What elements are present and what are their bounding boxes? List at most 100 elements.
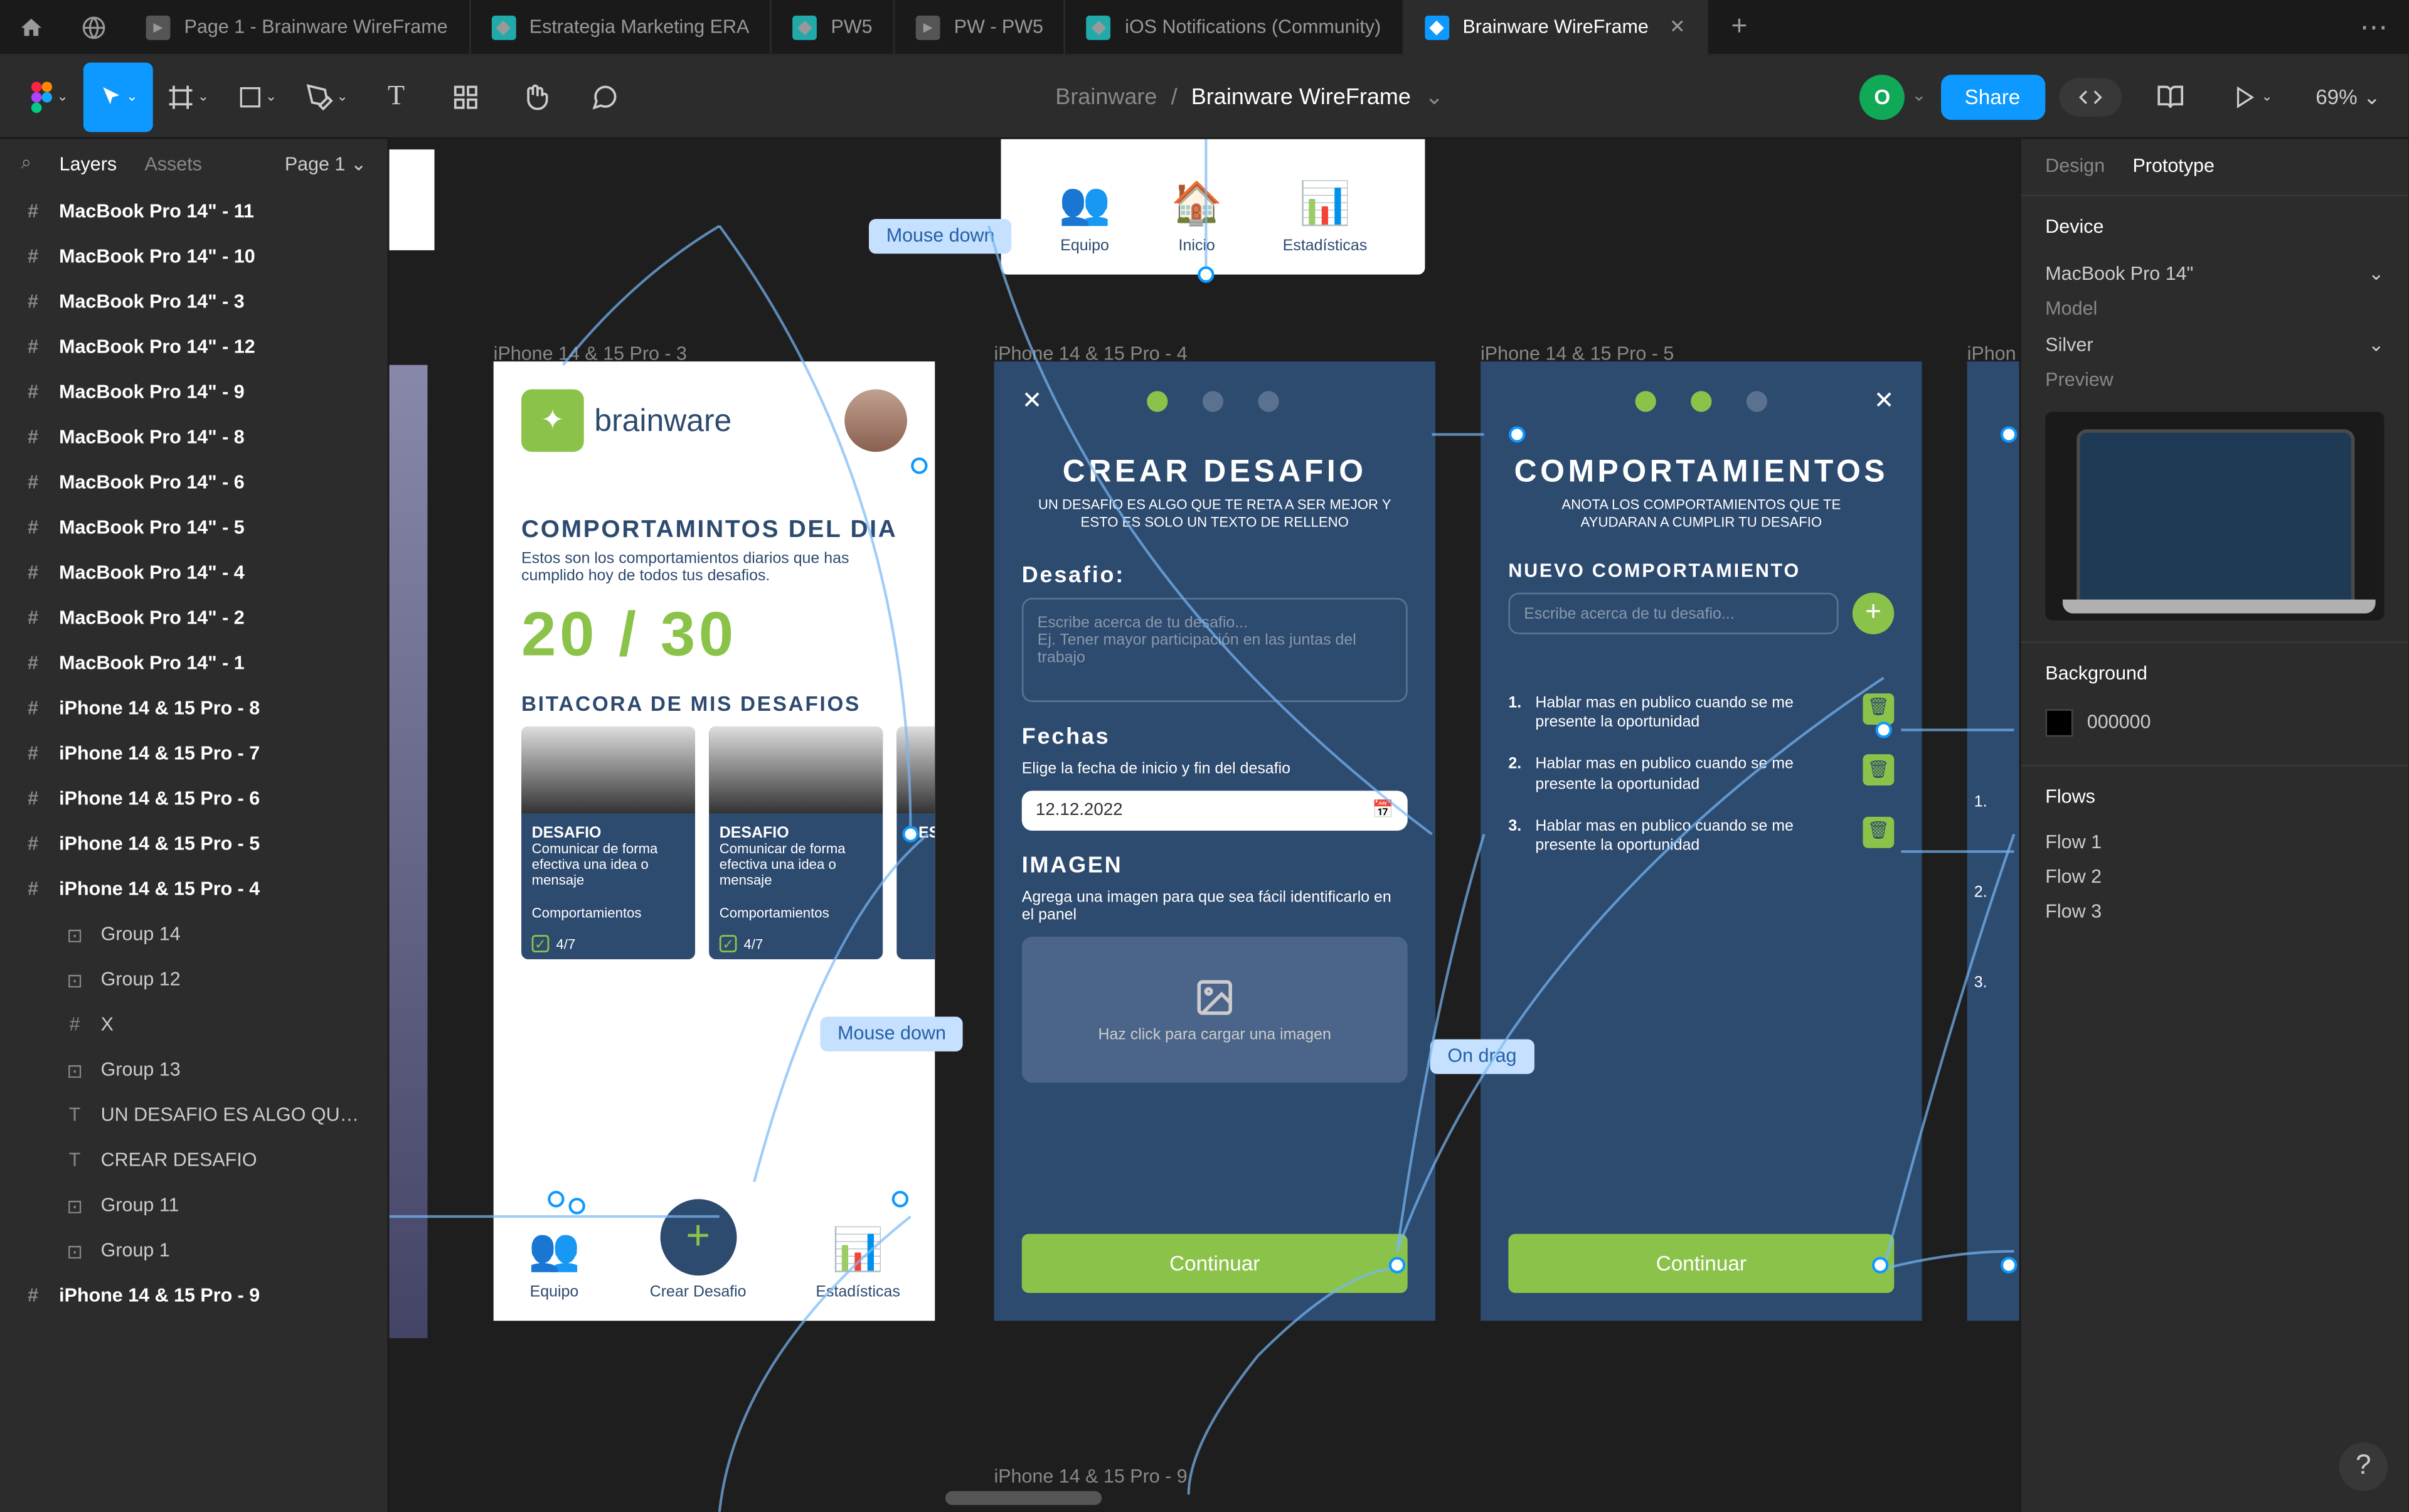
desafio-card[interactable]: DESAFIOComunicar de forma efectiva una i… xyxy=(709,727,883,959)
layer-item[interactable]: #MacBook Pro 14" - 8 xyxy=(0,415,388,461)
flow-item[interactable]: Flow 2 xyxy=(2045,860,2384,895)
step-dot[interactable] xyxy=(1691,390,1711,411)
user-avatar[interactable]: O xyxy=(1859,74,1905,119)
behavior-input[interactable]: Escribe acerca de tu desafio... xyxy=(1508,592,1838,634)
assets-tab[interactable]: Assets xyxy=(144,154,201,174)
device-select[interactable]: MacBook Pro 14"⌄ xyxy=(2045,255,2384,292)
continue-button[interactable]: Continuar xyxy=(1022,1234,1408,1293)
step-dot[interactable] xyxy=(1258,390,1279,411)
search-icon[interactable]: ⌕ xyxy=(21,153,31,176)
layer-list[interactable]: #MacBook Pro 14" - 11#MacBook Pro 14" - … xyxy=(0,189,388,1512)
frame-iphone-partial[interactable]: 1. 2. 3. xyxy=(1967,361,2019,1321)
continue-button[interactable]: Continuar xyxy=(1508,1234,1894,1293)
globe-icon[interactable] xyxy=(63,0,125,55)
layer-item[interactable]: TUN DESAFIO ES ALGO QUE T... xyxy=(0,1093,388,1138)
library-icon[interactable] xyxy=(2135,61,2204,131)
tab-item[interactable]: ▸PW - PW5 xyxy=(895,0,1066,55)
nav-equipo[interactable]: 👥Equipo xyxy=(528,1225,580,1300)
team-name[interactable]: Brainware xyxy=(1055,83,1157,110)
delete-icon[interactable]: 🗑 xyxy=(1863,693,1894,725)
layer-item[interactable]: ⊡Group 11 xyxy=(0,1183,388,1228)
tab-item[interactable]: ◆iOS Notifications (Community) xyxy=(1066,0,1403,55)
layer-item[interactable]: #MacBook Pro 14" - 5 xyxy=(0,506,388,551)
user-avatar[interactable] xyxy=(844,389,907,452)
file-name[interactable]: Brainware WireFrame xyxy=(1191,83,1411,110)
figma-menu-icon[interactable]: ⌄ xyxy=(14,61,83,131)
date-input[interactable]: 12.12.2022📅 xyxy=(1022,791,1408,831)
design-tab[interactable]: Design xyxy=(2045,156,2105,177)
layer-item[interactable]: #MacBook Pro 14" - 4 xyxy=(0,551,388,596)
layer-item[interactable]: #MacBook Pro 14" - 3 xyxy=(0,280,388,325)
nav-crear-desafio[interactable]: +Crear Desafio xyxy=(650,1199,747,1300)
flow-item[interactable]: Flow 3 xyxy=(2045,895,2384,930)
frame-tool[interactable]: ⌄ xyxy=(153,61,223,131)
frame-iphone-3[interactable]: ✦ brainware COMPORTAMINTOS DEL DIA Estos… xyxy=(494,361,935,1321)
nav-equipo[interactable]: 👥Equipo xyxy=(1059,179,1111,253)
overflow-menu-icon[interactable]: ⋯ xyxy=(2339,9,2408,44)
close-icon[interactable]: ✕ xyxy=(1022,386,1043,415)
chevron-down-icon[interactable]: ⌄ xyxy=(1912,87,1926,106)
layer-item[interactable]: ⊡Group 12 xyxy=(0,957,388,1003)
page-selector[interactable]: Page 1 ⌄ xyxy=(285,153,367,176)
breadcrumb[interactable]: Brainware / Brainware WireFrame ⌄ xyxy=(639,83,1859,110)
scrollbar[interactable] xyxy=(945,1491,1102,1505)
layer-item[interactable]: TCREAR DESAFIO xyxy=(0,1138,388,1183)
card-row[interactable]: DESAFIOComunicar de forma efectiva una i… xyxy=(494,727,935,959)
layer-item[interactable]: #MacBook Pro 14" - 12 xyxy=(0,325,388,370)
tab-item[interactable]: ◆Estrategia Marketing ERA xyxy=(471,0,772,55)
frame-label[interactable]: iPhone 14 & 15 Pro - 9 xyxy=(994,1467,1187,1488)
chevron-down-icon[interactable]: ⌄ xyxy=(2368,334,2385,356)
layer-item[interactable]: #MacBook Pro 14" - 1 xyxy=(0,641,388,686)
step-dot[interactable] xyxy=(1202,390,1223,411)
model-select[interactable]: Silver⌄ xyxy=(2045,327,2384,363)
move-tool[interactable]: ⌄ xyxy=(83,61,153,131)
layer-item[interactable]: #iPhone 14 & 15 Pro - 7 xyxy=(0,732,388,777)
canvas[interactable]: 👥Equipo 🏠Inicio 📊Estadísticas iPhone 14 … xyxy=(389,139,2019,1512)
flow-item[interactable]: Flow 1 xyxy=(2045,826,2384,860)
image-upload[interactable]: Haz click para cargar una imagen xyxy=(1022,936,1408,1082)
comment-tool[interactable] xyxy=(570,61,640,131)
layer-item[interactable]: #MacBook Pro 14" - 11 xyxy=(0,189,388,235)
layer-item[interactable]: ⊡Group 1 xyxy=(0,1228,388,1274)
layer-item[interactable]: #X xyxy=(0,1003,388,1048)
prototype-tab[interactable]: Prototype xyxy=(2132,156,2214,177)
step-dot[interactable] xyxy=(1147,390,1167,411)
layer-item[interactable]: #iPhone 14 & 15 Pro - 8 xyxy=(0,686,388,732)
tab-item-active[interactable]: ◆Brainware WireFrame✕ xyxy=(1403,0,1708,55)
layer-item[interactable]: ⊡Group 13 xyxy=(0,1048,388,1093)
delete-icon[interactable]: 🗑 xyxy=(1863,755,1894,786)
layer-item[interactable]: #MacBook Pro 14" - 2 xyxy=(0,596,388,641)
layers-tab[interactable]: Layers xyxy=(60,154,117,174)
nav-stats[interactable]: 📊Estadísticas xyxy=(1283,179,1367,253)
interaction-tag[interactable]: On drag xyxy=(1430,1039,1534,1073)
step-dot[interactable] xyxy=(1635,390,1656,411)
help-button[interactable]: ? xyxy=(2339,1442,2388,1491)
frame-iphone-5[interactable]: ✕ ✕ COMPORTAMIENTOS ANOTA LOS COMPORTAMI… xyxy=(1481,361,1922,1321)
new-tab-button[interactable]: + xyxy=(1708,11,1771,43)
calendar-icon[interactable]: 📅 xyxy=(1372,801,1393,819)
layer-item[interactable]: #iPhone 14 & 15 Pro - 6 xyxy=(0,777,388,822)
layer-item[interactable]: #iPhone 14 & 15 Pro - 4 xyxy=(0,867,388,912)
tab-item[interactable]: ◆PW5 xyxy=(772,0,895,55)
delete-icon[interactable]: 🗑 xyxy=(1863,816,1894,848)
layer-item[interactable]: ⊡Group 14 xyxy=(0,912,388,957)
desafio-card[interactable]: DESAFIO xyxy=(896,727,935,959)
layer-item[interactable]: #iPhone 14 & 15 Pro - 9 xyxy=(0,1274,388,1319)
text-tool[interactable]: T xyxy=(361,61,431,131)
present-button[interactable]: ⌄ xyxy=(2218,61,2288,131)
close-icon[interactable]: ✕ xyxy=(1669,16,1686,38)
desafio-card[interactable]: DESAFIOComunicar de forma efectiva una i… xyxy=(521,727,695,959)
interaction-tag[interactable]: Mouse down xyxy=(820,1016,963,1051)
layer-item[interactable]: #MacBook Pro 14" - 6 xyxy=(0,461,388,506)
close-icon[interactable]: ✕ xyxy=(1874,386,1895,415)
step-dot[interactable] xyxy=(1747,390,1767,411)
desafio-textarea[interactable]: Escribe acerca de tu desafio... Ej. Tene… xyxy=(1022,597,1408,701)
tab-item[interactable]: ▸Page 1 - Brainware WireFrame xyxy=(125,0,470,55)
layer-item[interactable]: #MacBook Pro 14" - 9 xyxy=(0,370,388,415)
nav-inicio[interactable]: 🏠Inicio xyxy=(1171,179,1223,253)
interaction-tag[interactable]: Mouse down xyxy=(869,219,1012,253)
pen-tool[interactable]: ⌄ xyxy=(292,61,361,131)
layer-item[interactable]: #MacBook Pro 14" - 10 xyxy=(0,235,388,280)
dev-mode-toggle[interactable] xyxy=(2058,77,2121,115)
bg-color-input[interactable]: 000000 xyxy=(2045,702,2384,743)
